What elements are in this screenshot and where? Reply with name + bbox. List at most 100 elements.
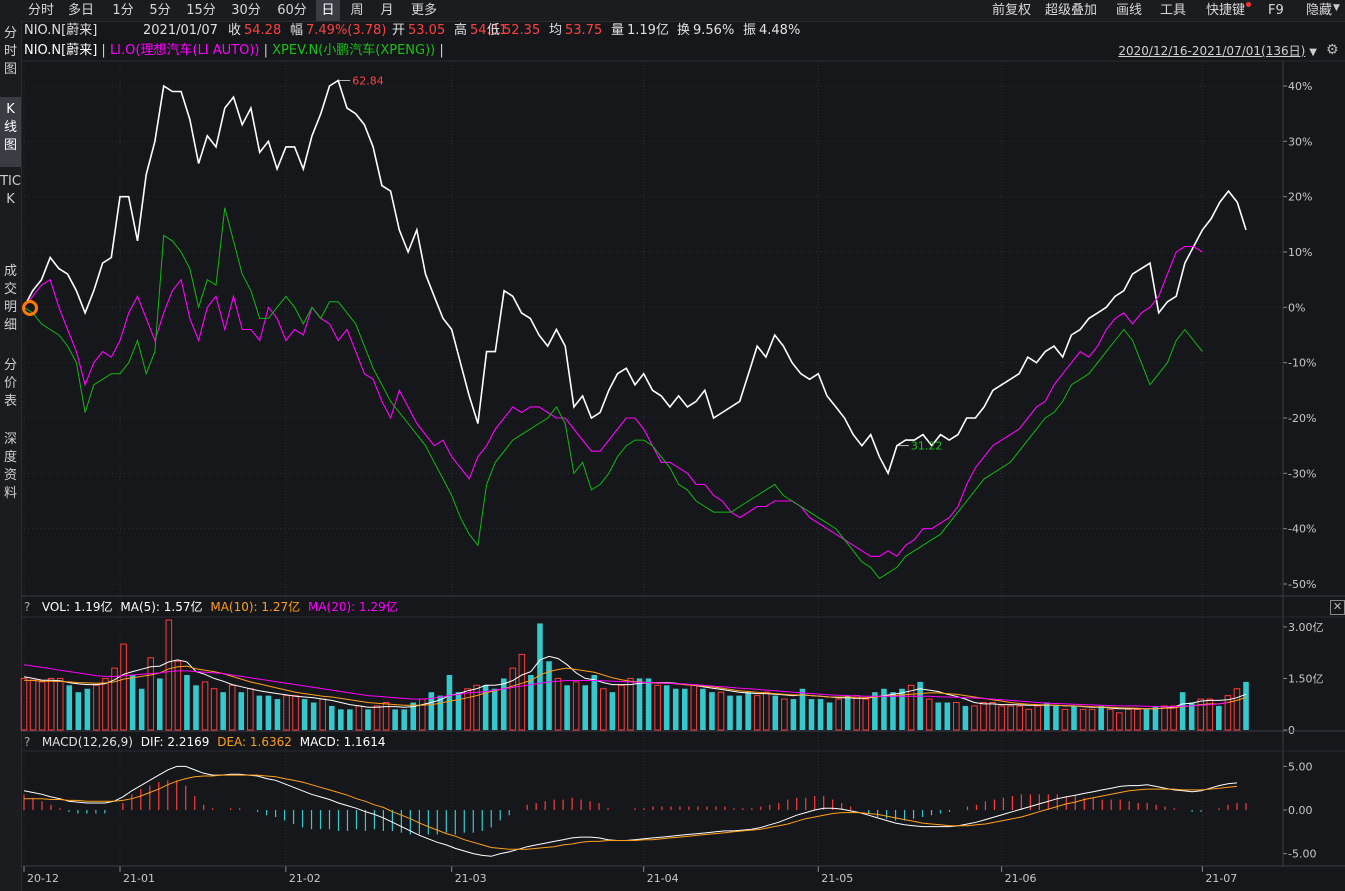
close-icon[interactable]: ✕ [1330, 600, 1345, 615]
series-line-1 [23, 245, 1203, 558]
volume-bar [265, 695, 272, 730]
volume-bar [247, 688, 254, 731]
volume-bar [138, 688, 145, 730]
volume-bar [600, 688, 607, 731]
x-tick-label: 21-04 [647, 872, 679, 885]
volume-bar [165, 619, 173, 731]
volume-bar [1216, 705, 1222, 730]
y-tick-label: 40% [1288, 80, 1312, 93]
volume-bar [228, 684, 236, 731]
volume-bar [591, 675, 598, 730]
volume-bar [762, 691, 770, 731]
x-tick-label: 21-02 [289, 872, 321, 885]
volume-bar [347, 709, 353, 730]
volume-bar [636, 678, 643, 730]
volume-bar [998, 705, 1005, 731]
volume-bar [700, 688, 706, 730]
volume-bar [554, 677, 562, 731]
macd-y-label: 0.00 [1288, 804, 1313, 817]
volume-bar [1143, 709, 1150, 730]
volume-bar [111, 667, 118, 731]
volume-bar [890, 692, 896, 730]
volume-bar [238, 692, 245, 730]
volume-bar [455, 692, 462, 730]
volume-bar [690, 684, 698, 731]
volume-bar [518, 653, 526, 731]
volume-bar [129, 675, 136, 730]
volume-bar [1152, 705, 1159, 730]
volume-bar [464, 688, 471, 731]
volume-bar [971, 705, 978, 731]
macd-name: MACD(12,26,9) [41, 735, 133, 749]
volume-bar [862, 698, 870, 731]
volume-bar [29, 679, 37, 731]
y-tick-label: 0% [1288, 301, 1305, 314]
y-tick-label: 10% [1288, 246, 1312, 259]
vol-value: VOL: 1.19亿 [41, 600, 113, 614]
volume-bar [1134, 708, 1141, 731]
volume-bar [201, 681, 209, 731]
vol-y-label: 1.50亿 [1288, 672, 1324, 685]
x-tick-label: 21-03 [455, 872, 487, 885]
volume-bar [907, 684, 915, 731]
volume-bar [310, 702, 317, 730]
volume-ma-line-3 [23, 664, 1228, 708]
volume-bar [736, 695, 742, 730]
volume-chart[interactable]: 3.00亿1.50亿0 [20, 619, 1324, 737]
volume-bar [925, 698, 933, 731]
y-tick-label: -30% [1288, 467, 1316, 480]
volume-bar [66, 685, 73, 730]
vol-ma5: MA(5): 1.57亿 [120, 600, 203, 614]
vol-ma10: MA(10): 1.27亿 [210, 600, 301, 614]
volume-bar [609, 692, 616, 730]
series-line-2 [23, 207, 1203, 580]
volume-bar [156, 678, 163, 730]
vol-ma20: MA(20): 1.29亿 [307, 600, 398, 614]
series-line-0 [23, 79, 1247, 476]
volume-bar [56, 677, 64, 731]
volume-bar [808, 699, 815, 730]
volume-bar [1079, 708, 1087, 731]
volume-bar [193, 685, 199, 730]
volume-help-icon[interactable]: ? [24, 598, 38, 616]
volume-bar [1071, 705, 1077, 730]
macd-help-icon[interactable]: ? [24, 733, 38, 751]
volume-bar [93, 684, 100, 731]
volume-bar [509, 667, 517, 731]
volume-bar [1161, 705, 1168, 731]
volume-bar [1044, 702, 1050, 730]
volume-bar [256, 695, 263, 730]
macd-chart[interactable]: 5.00 0.00 -5.00 [23, 760, 1316, 861]
volume-bar [663, 685, 670, 730]
volume-bar [745, 692, 751, 730]
volume-bar [1224, 695, 1232, 731]
macd-macd: MACD: 1.1614 [299, 735, 386, 749]
volume-bar [319, 698, 326, 731]
volume-bar [1179, 692, 1186, 730]
volume-bar [184, 675, 190, 730]
x-tick-label: 21-05 [821, 872, 853, 885]
y-tick-label: 30% [1288, 135, 1312, 148]
macd-dif: DIF: 2.2169 [140, 735, 210, 749]
volume-bar [1188, 702, 1195, 730]
x-tick-label: 20-12 [27, 872, 59, 885]
volume-bar [373, 705, 381, 731]
x-axis: 20-12 21-01 21-02 21-03 21-04 21-05 21-06 21-07 [23, 866, 1237, 885]
annotation-label: 62.84 [352, 74, 384, 87]
volume-bar [220, 692, 226, 730]
volume-bar [1098, 705, 1104, 730]
annotation-label: 31.22 [911, 440, 943, 453]
start-marker-icon[interactable] [22, 300, 38, 316]
volume-bar [717, 691, 725, 731]
volume-bar [564, 685, 570, 730]
volume-bar [1061, 708, 1069, 731]
volume-bar [772, 695, 779, 730]
volume-bar [210, 688, 218, 731]
volume-bar [1243, 681, 1249, 730]
volume-header: ? VOL: 1.19亿 MA(5): 1.57亿 MA(10): 1.27亿 … [24, 598, 398, 616]
volume-bar [781, 698, 788, 731]
volume-bar [935, 702, 942, 730]
volume-bar [1034, 705, 1042, 731]
volume-bar [174, 660, 182, 731]
volume-bar [1025, 708, 1033, 731]
